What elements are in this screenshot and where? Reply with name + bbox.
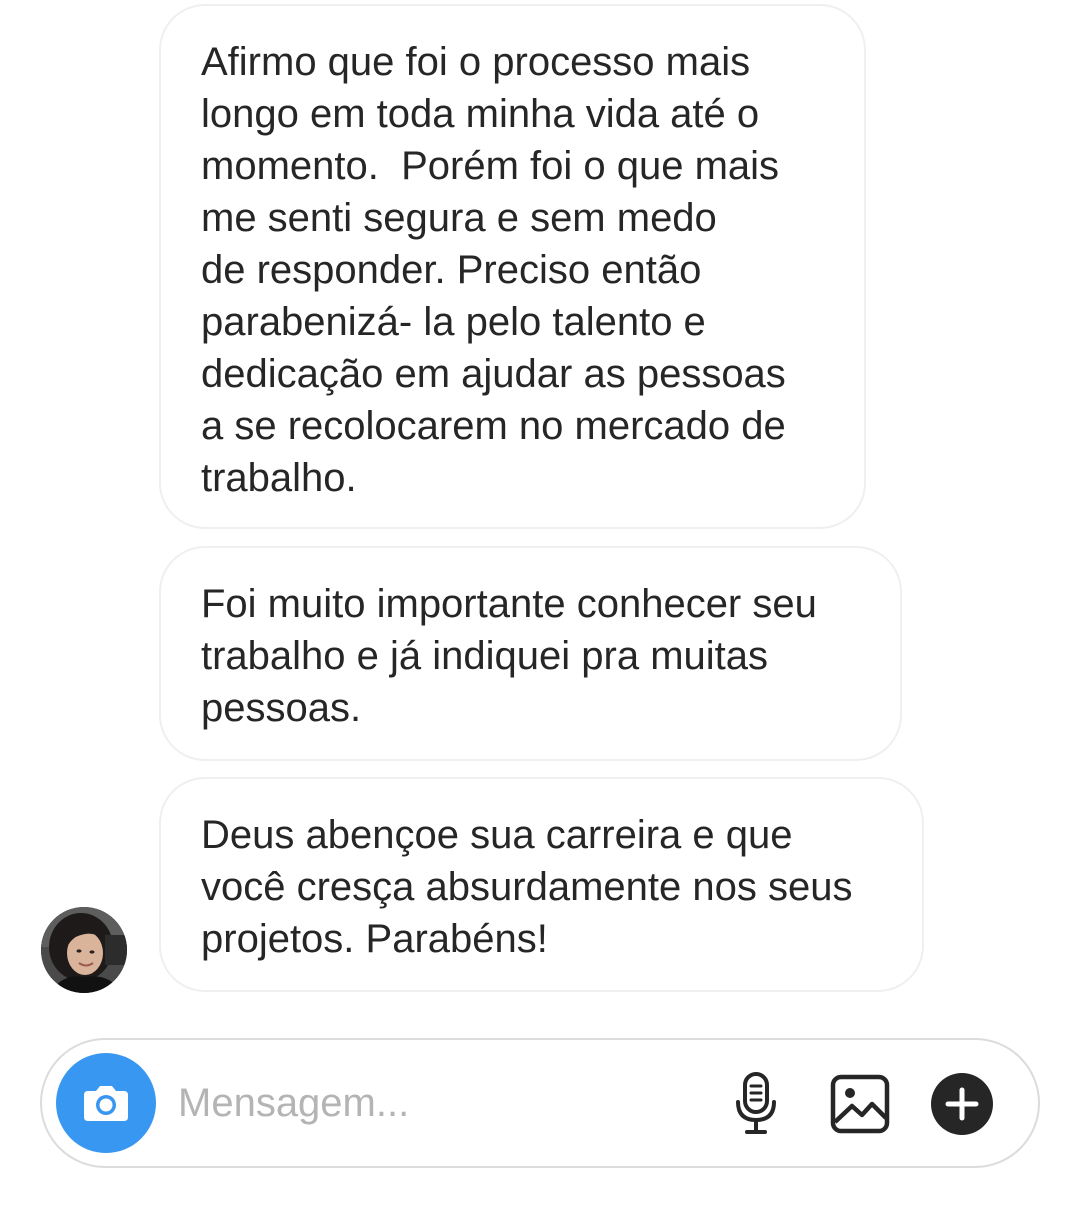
message-line: longo em toda minha vida até o: [201, 92, 760, 136]
message-input[interactable]: [178, 1070, 698, 1136]
message-composer: [40, 1038, 1040, 1168]
camera-button[interactable]: [56, 1053, 156, 1153]
message-line: você cresça absurdamente nos seus: [201, 865, 853, 909]
message-line: me senti segura e sem medo: [201, 196, 717, 240]
message-line: trabalho e já indiquei pra muitas: [201, 634, 769, 678]
user-avatar-icon: [41, 907, 127, 993]
message-line: de responder. Preciso então: [201, 248, 702, 292]
plus-circle-icon: [931, 1073, 993, 1135]
message-line: pessoas.: [201, 686, 362, 730]
microphone-icon: [736, 1072, 776, 1134]
more-options-button[interactable]: [930, 1072, 994, 1136]
message-line: a se recolocarem no mercado de: [201, 404, 786, 448]
sender-avatar[interactable]: [41, 907, 127, 993]
message-line: dedicação em ajudar as pessoas: [201, 352, 786, 396]
camera-icon: [84, 1086, 128, 1121]
message-line: Deus abençoe sua carreira e que: [201, 813, 793, 857]
gallery-button[interactable]: [828, 1072, 892, 1136]
direct-message-thread: Afirmo que foi o processo mais longo em …: [0, 0, 1080, 1206]
message-bubble[interactable]: Afirmo que foi o processo mais longo em …: [159, 4, 866, 529]
voice-message-button[interactable]: [724, 1072, 788, 1136]
message-line: projetos. Parabéns!: [201, 917, 548, 961]
message-line: Afirmo que foi o processo mais: [201, 40, 751, 84]
message-bubble[interactable]: Foi muito importante conhecer seu trabal…: [159, 546, 902, 761]
message-line: momento. Porém foi o que mais: [201, 144, 780, 188]
image-gallery-icon: [830, 1074, 890, 1134]
message-line: trabalho.: [201, 456, 357, 500]
message-line: parabenizá- la pelo talento e: [201, 300, 706, 344]
message-line: Foi muito importante conhecer seu: [201, 582, 817, 626]
message-bubble[interactable]: Deus abençoe sua carreira e que você cre…: [159, 777, 924, 992]
